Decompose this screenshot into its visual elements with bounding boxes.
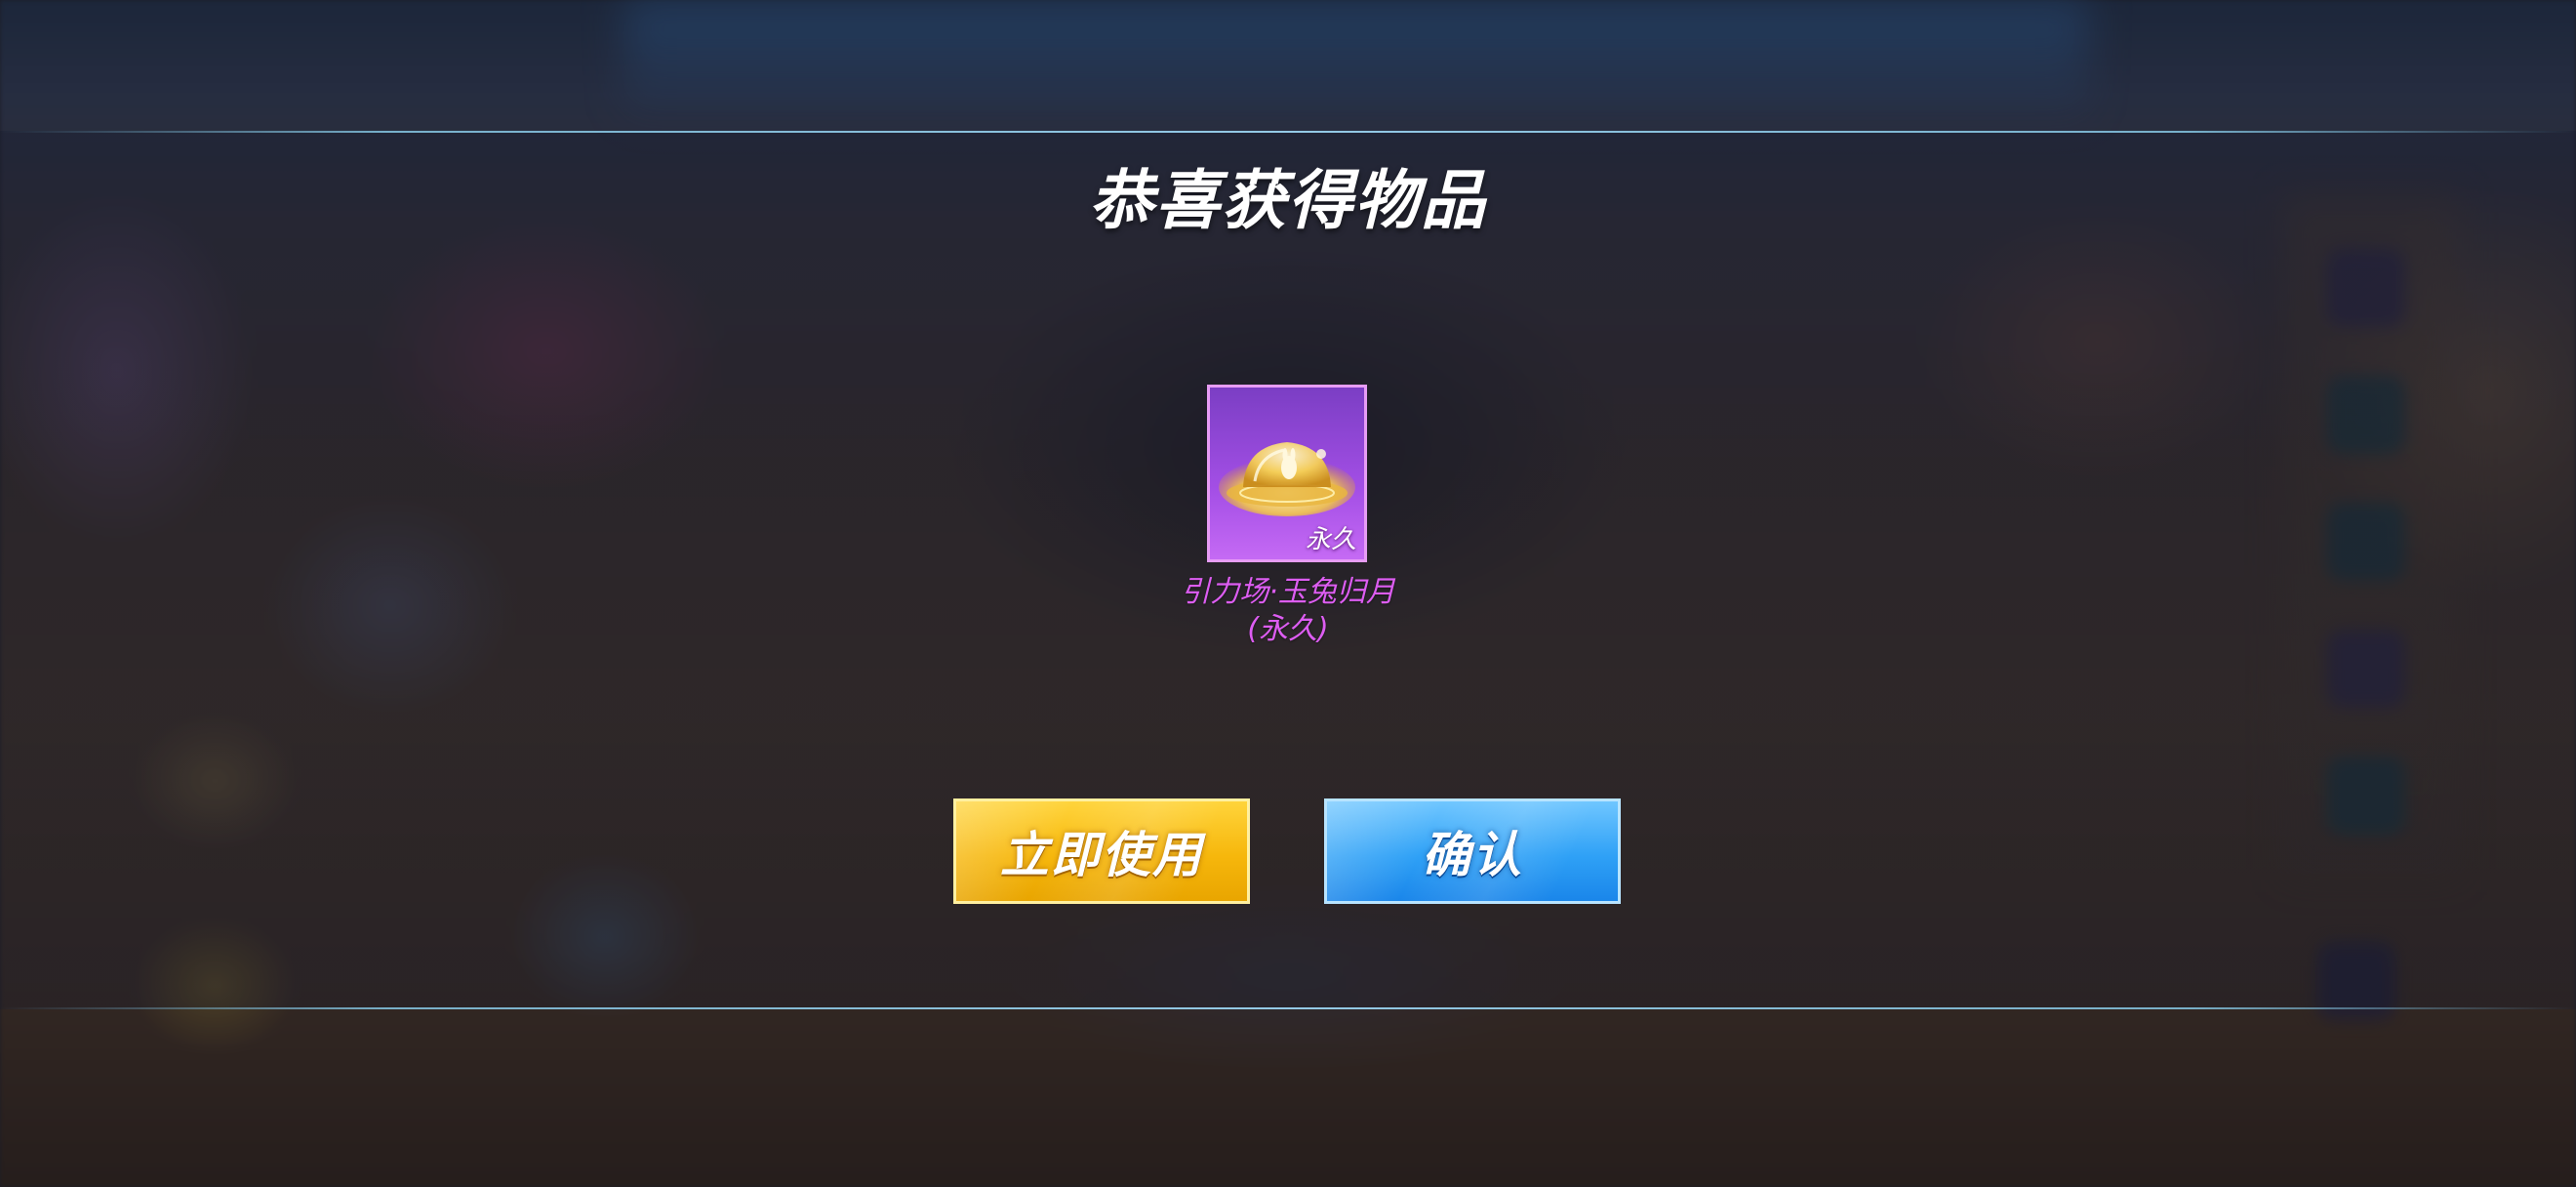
reward-item-name-line1: 引力场·玉兔归月: [1181, 575, 1395, 609]
confirm-button[interactable]: 确认: [1324, 798, 1621, 904]
game-screen: 恭喜获得物品 永久 引力场·玉兔归月 (永久) 立即使用 确认: [0, 0, 2576, 1187]
use-now-button-label: 立即使用: [1000, 827, 1203, 883]
confirm-button-label: 确认: [1422, 827, 1523, 883]
reward-item-name: 引力场·玉兔归月 (永久): [1044, 574, 1532, 648]
reward-dialog-band: [0, 131, 2576, 1009]
band-bottom-divider: [0, 1007, 2576, 1009]
reward-item-card[interactable]: 永久: [1207, 385, 1367, 562]
band-top-divider: [0, 131, 2576, 133]
golden-dome-gravity-field-icon: [1219, 442, 1355, 516]
reward-item-name-line2: (永久): [1247, 612, 1329, 646]
dialog-title: 恭喜获得物品: [1089, 163, 1487, 238]
item-duration-tag: 永久: [1305, 525, 1356, 554]
use-now-button[interactable]: 立即使用: [953, 798, 1250, 904]
